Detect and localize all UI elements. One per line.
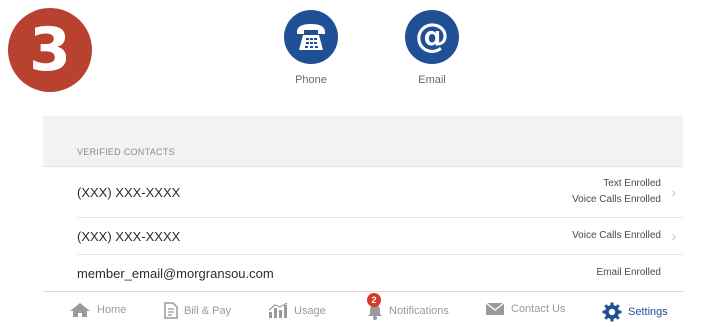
gear-icon — [602, 302, 622, 322]
verified-contacts-panel: VERIFIED CONTACTS (XXX) XXX-XXXX Text En… — [43, 116, 683, 291]
chevron-right-icon[interactable]: › — [665, 184, 683, 200]
home-icon — [69, 302, 91, 318]
step-number-badge: 3 — [8, 8, 92, 92]
tab-label: Notifications — [389, 305, 449, 317]
bill-icon — [164, 302, 178, 319]
contact-row-phone-1[interactable]: (XXX) XXX-XXXX Text Enrolled Voice Calls… — [77, 167, 683, 218]
enrollment-status-line: Voice Calls Enrolled — [572, 194, 661, 205]
usage-chart-icon — [268, 302, 288, 319]
settings-page: 3 Phone @ Email VERIFIED CONTACTS (XXX) … — [0, 0, 703, 327]
tab-notifications[interactable]: 2 Notifications — [367, 293, 449, 320]
phone-method-label: Phone — [295, 74, 327, 86]
contact-value: (XXX) XXX-XXXX — [77, 228, 181, 244]
tab-settings[interactable]: Settings — [602, 302, 668, 322]
contact-row-phone-2[interactable]: (XXX) XXX-XXXX Voice Calls Enrolled › — [77, 218, 683, 255]
enrollment-status-line: Text Enrolled — [603, 178, 661, 189]
contact-row-email[interactable]: member_email@morgransou.com Email Enroll… — [77, 255, 683, 291]
enrollment-status-line: Email Enrolled — [596, 267, 661, 278]
bottom-tab-bar: Home Bill & Pay Usage 2 Notifications Co… — [43, 291, 683, 327]
phone-method-button[interactable]: Phone — [271, 10, 351, 86]
tab-label: Usage — [294, 304, 326, 317]
verified-contacts-header: VERIFIED CONTACTS — [43, 116, 683, 167]
tab-label: Settings — [628, 306, 668, 318]
notification-count-badge: 2 — [367, 293, 381, 307]
tab-usage[interactable]: Usage — [268, 302, 326, 319]
tab-label: Contact Us — [511, 303, 566, 315]
email-method-label: Email — [418, 74, 446, 86]
contact-value: (XXX) XXX-XXXX — [77, 184, 181, 200]
enrollment-status: Voice Calls Enrolled — [572, 228, 661, 244]
envelope-icon — [485, 302, 505, 316]
contact-value: member_email@morgransou.com — [77, 265, 274, 281]
email-method-button[interactable]: @ Email — [392, 10, 472, 86]
tab-contact-us[interactable]: Contact Us — [485, 302, 565, 316]
enrollment-status: Email Enrolled — [597, 265, 661, 281]
section-header-label: VERIFIED CONTACTS — [77, 147, 175, 157]
bell-icon: 2 — [367, 293, 383, 320]
enrollment-status: Text Enrolled Voice Calls Enrolled — [572, 176, 661, 208]
enrollment-status-line: Voice Calls Enrolled — [572, 230, 661, 241]
tab-home[interactable]: Home — [69, 302, 126, 318]
chevron-right-icon[interactable]: › — [665, 228, 683, 244]
at-sign-icon[interactable]: @ — [405, 10, 459, 64]
tab-label: Home — [97, 304, 127, 316]
tab-label: Bill & Pay — [184, 304, 232, 317]
telephone-icon[interactable] — [284, 10, 338, 64]
tab-bill-pay[interactable]: Bill & Pay — [164, 302, 231, 319]
